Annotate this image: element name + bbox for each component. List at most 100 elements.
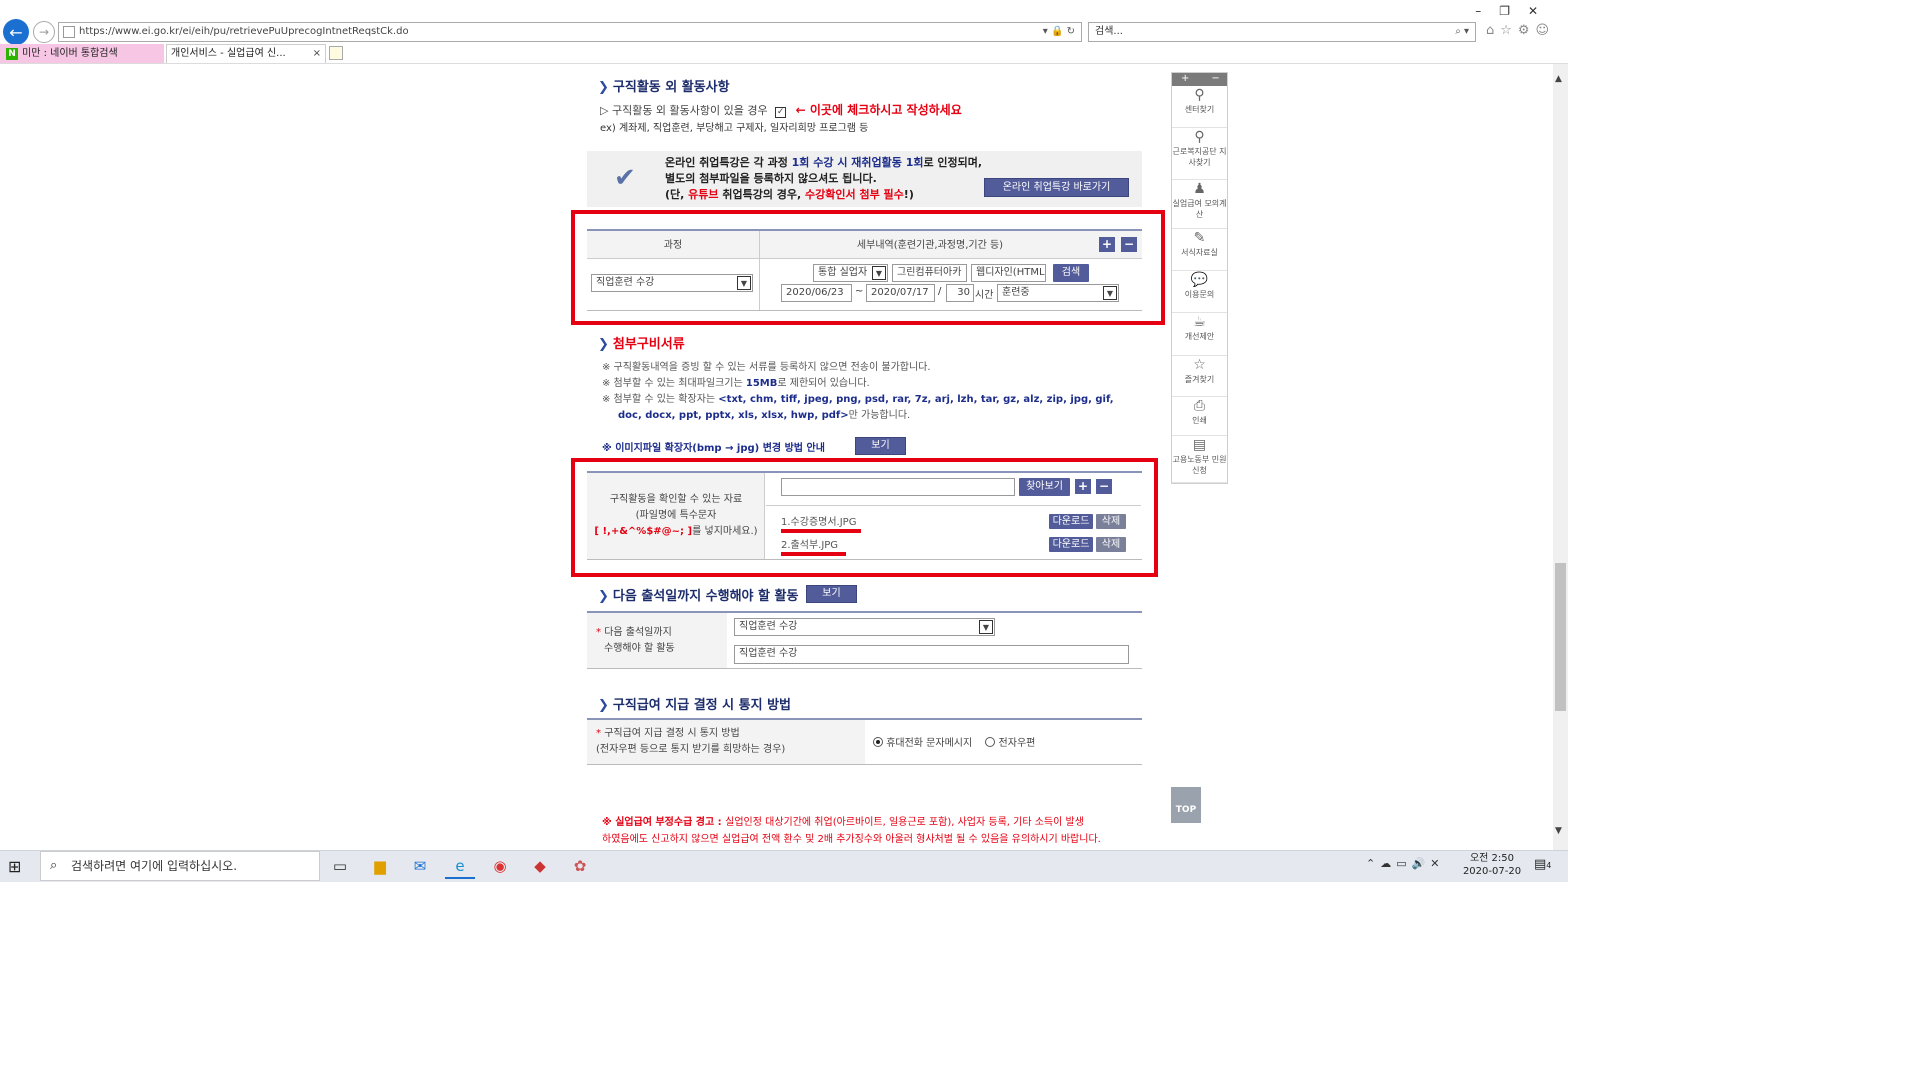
scrollbar[interactable] [1553, 64, 1568, 850]
file-name-2[interactable]: 2.출석부.JPG [781, 536, 838, 551]
radio-sms[interactable] [873, 737, 883, 747]
browser-search-input[interactable]: 검색... ⌕ ▾ [1088, 22, 1476, 42]
address-bar[interactable]: https://www.ei.go.kr/ei/eih/pu/retrieveP… [58, 22, 1082, 42]
type-select[interactable]: 통합 실업자 ▼ [813, 264, 888, 282]
forward-button[interactable]: → [33, 21, 55, 43]
notification-icon[interactable]: ▤4 [1534, 857, 1551, 872]
scroll-up-icon[interactable]: ▲ [1555, 74, 1562, 84]
activity-check-row: ▷ 구직활동 외 활동사항이 있을 경우 ✓ ← 이곳에 체크하시고 작성하세요 [600, 101, 962, 118]
remove-row-button[interactable]: − [1121, 237, 1137, 252]
status-select[interactable]: 훈련중 ▼ [997, 284, 1119, 302]
location-pin-icon: ⚲ [1194, 129, 1205, 145]
chevron-down-icon: ▼ [872, 266, 886, 280]
attach-note-2: ※ 첨부할 수 있는 최대파일크기는 15MB로 제한되어 있습니다. [602, 374, 870, 389]
add-row-button[interactable]: + [1099, 237, 1115, 252]
location-pin-icon: ⚲ [1194, 87, 1205, 103]
search-icon[interactable]: ⌕ ▾ [1455, 23, 1469, 41]
new-tab-button[interactable] [329, 46, 343, 60]
file-path-input[interactable] [781, 478, 1015, 496]
browse-button[interactable]: 찾아보기 [1019, 478, 1070, 496]
search-placeholder: 검색... [1095, 26, 1123, 37]
sidebar-item[interactable]: ✎ 서식자료실 [1172, 229, 1227, 271]
t: ※ 첨부할 수 있는 확장자는 [602, 394, 719, 405]
sidebar-item[interactable]: 💬 이용문의 [1172, 271, 1227, 313]
search-icon: ⌕ [50, 858, 58, 873]
chrome-icon[interactable]: ◉ [485, 853, 515, 879]
clock[interactable]: 오전 2:50 2020-07-20 [1462, 852, 1522, 878]
internet-explorer-icon[interactable]: e [445, 853, 475, 879]
t: (파일명에 특수문자 [635, 510, 717, 521]
home-star-gear-icons[interactable]: ⌂☆⚙☺ [1486, 23, 1555, 38]
download-button[interactable]: 다운로드 [1049, 514, 1093, 529]
windows-start-icon[interactable]: ⊞ [8, 857, 28, 877]
sidebar-item[interactable]: ☕ 개선제안 [1172, 313, 1227, 356]
institution-input[interactable]: 그린컴퓨터아카 [892, 264, 967, 282]
hours-input[interactable]: 30 [946, 284, 974, 302]
system-tray-icons[interactable]: ⌃☁▭🔊✕ [1366, 857, 1445, 870]
sidebar-item-label: 서식자료실 [1181, 248, 1218, 257]
sidebar-zoom-controls[interactable]: + − [1172, 73, 1227, 86]
course-name-input[interactable]: 웹디자인(HTML [971, 264, 1046, 282]
sidebar-item-label: 개선제안 [1184, 332, 1215, 341]
download-button[interactable]: 다운로드 [1049, 537, 1093, 552]
t: !) [903, 188, 914, 201]
delete-button[interactable]: 삭제 [1096, 537, 1126, 552]
next-activity-select[interactable]: 직업훈련 수강 ▼ [734, 618, 995, 636]
t: 실업인정 대상기간에 취업(아르바이트, 일용근로 포함), 사업자 등록, 기… [725, 817, 1084, 828]
close-tab-icon[interactable]: × [313, 45, 321, 63]
tab-naver[interactable]: N 미만 : 네이버 통합검색 [0, 44, 164, 63]
sidebar-item-label: 인쇄 [1192, 416, 1207, 425]
taskbar-search-input[interactable]: ⌕ 검색하려면 여기에 입력하십시오. [40, 851, 320, 881]
t: 를 넣지마세요.) [692, 526, 758, 537]
date-from-input[interactable]: 2020/06/23 [781, 284, 852, 302]
next-activity-view-button[interactable]: 보기 [806, 585, 857, 603]
top-button[interactable]: TOP [1171, 787, 1201, 823]
edit-icon: ✎ [1193, 230, 1206, 246]
remove-file-button[interactable]: − [1096, 479, 1112, 494]
t: (전자우편 등으로 통지 받기를 희망하는 경우) [596, 744, 786, 755]
mail-icon[interactable]: ✉ [405, 853, 435, 879]
url-text: https://www.ei.go.kr/ei/eih/pu/retrieveP… [79, 26, 409, 37]
course-search-button[interactable]: 검색 [1053, 264, 1089, 282]
document-icon: ▤ [1192, 437, 1207, 453]
t: 온라인 취업특강은 각 과정 [665, 156, 792, 169]
select-value: 직업훈련 수강 [739, 621, 798, 632]
task-view-icon[interactable]: ▭ [325, 853, 355, 879]
activity-checkbox[interactable]: ✓ [775, 107, 787, 118]
radio-email[interactable] [985, 737, 996, 747]
t: (단, [665, 188, 689, 201]
tab-ei[interactable]: 개인서비스 - 실업급여 신... × [166, 44, 326, 63]
refresh-icon[interactable]: ▾ 🔒 ↻ [1043, 23, 1075, 41]
online-lecture-button[interactable]: 온라인 취업특강 바로가기 [984, 178, 1129, 197]
course-select[interactable]: 직업훈련 수강 ▼ [591, 274, 753, 292]
file-explorer-icon[interactable]: ▆ [365, 853, 395, 879]
sidebar-item[interactable]: ▤ 고용노동부 민원신청 [1172, 436, 1227, 483]
sidebar-item[interactable]: ⚲ 근로복지공단 지사찾기 [1172, 128, 1227, 180]
attach-note-3: ※ 첨부할 수 있는 확장자는 <txt, chm, tiff, jpeg, p… [602, 390, 1114, 405]
scroll-down-icon[interactable]: ▼ [1555, 826, 1562, 836]
sidebar-item[interactable]: ♟ 실업급여 모의계산 [1172, 180, 1227, 229]
file-name-1[interactable]: 1.수강증명서.JPG [781, 513, 856, 528]
col-course-header: 과정 [663, 240, 683, 251]
sidebar-item[interactable]: ⎙ 인쇄 [1172, 397, 1227, 436]
next-activity-input[interactable]: 직업훈련 수강 [734, 645, 1129, 664]
back-button[interactable]: ← [3, 19, 29, 45]
sidebar-item[interactable]: ☆ 즐겨찾기 [1172, 356, 1227, 397]
check-label: ▷ 구직활동 외 활동사항이 있을 경우 [600, 104, 768, 117]
scrollbar-thumb[interactable] [1555, 563, 1566, 711]
image-ext-view-button[interactable]: 보기 [855, 437, 906, 455]
delete-button[interactable]: 삭제 [1096, 514, 1126, 529]
window-controls[interactable]: –❐✕ [1475, 4, 1556, 18]
date-to-input[interactable]: 2020/07/17 [866, 284, 935, 302]
naver-icon: N [6, 48, 18, 60]
t: <txt, chm, tiff, jpeg, png, psd, rar, 7z… [718, 394, 1114, 405]
date: 2020-07-20 [1462, 866, 1522, 877]
sidebar-item[interactable]: ⚲ 센터찾기 [1172, 86, 1227, 128]
type-select-value: 통합 실업자 [818, 267, 868, 278]
app-icon[interactable]: ◆ [525, 853, 555, 879]
t: 수행해야 할 활동 [604, 643, 675, 654]
app-icon[interactable]: ✿ [565, 853, 595, 879]
add-file-button[interactable]: + [1075, 479, 1091, 494]
divider [766, 505, 1141, 506]
next-activity-label: * 다음 출석일까지 수행해야 할 활동 [596, 625, 675, 657]
